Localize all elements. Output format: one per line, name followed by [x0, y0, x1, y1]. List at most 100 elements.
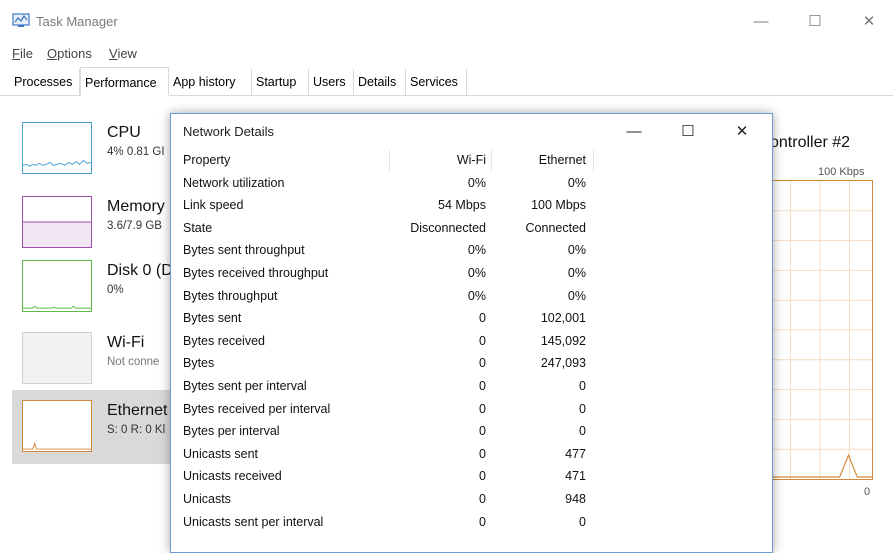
row-property: Bytes sent: [183, 311, 242, 326]
row-ethernet-value: Connected: [525, 220, 586, 235]
row-ethernet-value: 0: [579, 401, 586, 416]
adapter-title: ontroller #2: [770, 134, 851, 151]
row-wifi-value: 54 Mbps: [438, 198, 486, 213]
row-wifi-value: 0: [479, 311, 486, 326]
menu-view[interactable]: View: [109, 46, 137, 61]
row-ethernet-value: 0%: [567, 288, 586, 303]
table-row[interactable]: Unicasts sent per interval 0 0: [171, 512, 772, 535]
table-row[interactable]: Unicasts 0 948: [171, 489, 772, 512]
row-ethernet-value: 477: [565, 446, 586, 461]
row-property: Network utilization: [183, 175, 285, 190]
table-row[interactable]: Bytes received 0 145,092: [171, 331, 772, 354]
dialog-close-button[interactable]: ✕: [719, 118, 765, 146]
row-ethernet-value: 0%: [567, 175, 586, 190]
ethernet-label: Ethernet: [107, 402, 168, 419]
row-wifi-value: 0: [479, 492, 486, 506]
row-property: Link speed: [183, 198, 244, 213]
menu-file-rest: ile: [19, 46, 33, 61]
network-details-dialog: Network Details — ☐ ✕ Property Wi-Fi Eth…: [170, 113, 773, 553]
tab-app-history[interactable]: App history: [169, 69, 252, 95]
tab-details[interactable]: Details: [354, 69, 406, 95]
menu-view-rest: iew: [117, 46, 137, 61]
column-divider[interactable]: [593, 150, 594, 172]
task-manager-icon: [12, 13, 30, 27]
table-row[interactable]: Unicasts received 0 471: [171, 466, 772, 489]
table-row[interactable]: Bytes per interval 0 0: [171, 421, 772, 444]
minimize-button[interactable]: —: [738, 6, 784, 38]
row-ethernet-value: 0: [579, 514, 586, 529]
row-property: Unicasts sent: [183, 446, 259, 461]
resource-ethernet[interactable]: Ethernet S: 0 R: 0 Kl: [12, 390, 178, 464]
menu-options[interactable]: Options: [47, 46, 92, 61]
column-header-ethernet[interactable]: Ethernet: [539, 153, 586, 167]
table-row[interactable]: Bytes received throughput 0% 0%: [171, 263, 772, 286]
title-bar[interactable]: Task Manager — ☐ ✕: [0, 0, 893, 40]
row-wifi-value: 0: [479, 514, 486, 529]
row-wifi-value: 0%: [467, 288, 486, 303]
row-property: Unicasts: [183, 492, 231, 506]
row-wifi-value: 0%: [467, 266, 486, 280]
graph-scale-min: 0: [864, 486, 871, 498]
table-row[interactable]: Bytes sent throughput 0% 0%: [171, 240, 772, 263]
row-wifi-value: 0: [479, 356, 486, 371]
row-property: Bytes throughput: [183, 288, 278, 303]
menu-file-accel: F: [12, 46, 20, 61]
wifi-thumbnail-graph: [22, 332, 92, 384]
table-row[interactable]: State Disconnected Connected: [171, 218, 772, 241]
tab-users[interactable]: Users: [309, 69, 354, 95]
row-property: Bytes per interval: [183, 424, 280, 439]
tab-performance[interactable]: Performance: [80, 67, 169, 96]
row-property: Bytes received per interval: [183, 401, 331, 416]
table-row[interactable]: Unicasts sent 0 477: [171, 444, 772, 467]
row-wifi-value: 0%: [467, 243, 486, 258]
row-ethernet-value: 948: [565, 492, 586, 506]
row-property: Unicasts sent per interval: [183, 514, 324, 529]
table-row[interactable]: Bytes 0 247,093: [171, 353, 772, 376]
table-row[interactable]: Bytes received per interval 0 0: [171, 399, 772, 422]
table-row[interactable]: Network utilization 0% 0%: [171, 173, 772, 196]
tab-services[interactable]: Services: [406, 69, 467, 95]
ethernet-value: S: 0 R: 0 Kl: [107, 424, 166, 436]
graph-scale-max: 100 Kbps: [818, 166, 865, 178]
column-header-wifi[interactable]: Wi-Fi: [457, 153, 486, 167]
row-property: State: [183, 220, 213, 235]
column-divider[interactable]: [491, 150, 492, 172]
table-row[interactable]: Bytes throughput 0% 0%: [171, 286, 772, 309]
row-property: Unicasts received: [183, 469, 282, 484]
table-row[interactable]: Link speed 54 Mbps 100 Mbps: [171, 195, 772, 218]
cpu-thumbnail-graph: [22, 122, 92, 174]
row-ethernet-value: 0%: [567, 243, 586, 258]
row-wifi-value: 0: [479, 424, 486, 439]
maximize-button[interactable]: ☐: [792, 6, 838, 38]
row-wifi-value: Disconnected: [410, 220, 486, 235]
row-property: Bytes received: [183, 333, 265, 348]
column-header-property[interactable]: Property: [183, 153, 230, 167]
memory-thumbnail-graph: [22, 196, 92, 248]
row-ethernet-value: 0: [579, 379, 586, 393]
tab-processes[interactable]: Processes: [10, 69, 80, 95]
table-row[interactable]: Bytes sent per interval 0 0: [171, 376, 772, 399]
resource-disk[interactable]: Disk 0 (D 0%: [12, 250, 178, 324]
menu-options-accel: O: [47, 46, 58, 61]
resource-wifi[interactable]: Wi-Fi Not conne: [12, 322, 178, 396]
cpu-value: 4% 0.81 GI: [107, 146, 165, 158]
table-row[interactable]: Bytes sent 0 102,001: [171, 308, 772, 331]
menu-options-rest: ptions: [57, 46, 92, 61]
row-wifi-value: 0: [479, 379, 486, 393]
column-divider[interactable]: [389, 150, 390, 172]
row-property: Bytes sent throughput: [183, 243, 305, 258]
tab-startup[interactable]: Startup: [252, 69, 309, 95]
row-wifi-value: 0: [479, 469, 486, 484]
row-ethernet-value: 471: [565, 469, 586, 484]
menu-file[interactable]: File: [12, 46, 33, 61]
resource-memory[interactable]: Memory 3.6/7.9 GB: [12, 186, 178, 260]
row-property: Bytes received throughput: [183, 266, 329, 280]
dialog-maximize-button[interactable]: ☐: [665, 118, 711, 146]
resource-cpu[interactable]: CPU 4% 0.81 GI: [12, 112, 178, 186]
cpu-label: CPU: [107, 124, 141, 141]
disk-value: 0%: [107, 284, 124, 296]
row-ethernet-value: 102,001: [540, 311, 586, 326]
close-button[interactable]: ✕: [846, 6, 892, 38]
dialog-minimize-button[interactable]: —: [611, 118, 657, 146]
row-wifi-value: 0: [479, 401, 486, 416]
